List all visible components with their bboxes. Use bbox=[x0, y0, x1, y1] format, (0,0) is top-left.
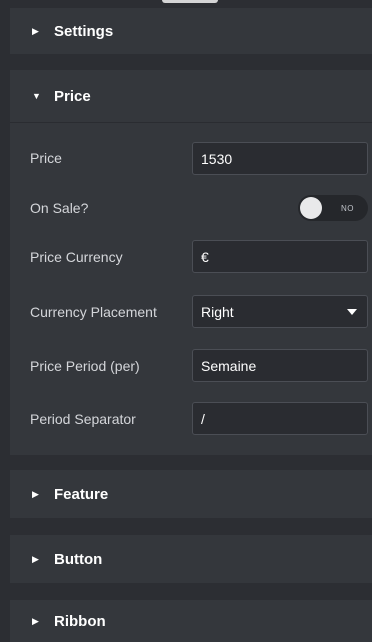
period-separator-label: Period Separator bbox=[30, 411, 136, 427]
caret-down-icon: ▼ bbox=[32, 91, 41, 101]
section-settings[interactable]: ▶ Settings bbox=[10, 8, 372, 54]
section-settings-title: Settings bbox=[54, 22, 114, 40]
section-feature[interactable]: ▶ Feature bbox=[10, 470, 372, 518]
currency-placement-value: Right bbox=[201, 303, 234, 320]
section-ribbon-title: Ribbon bbox=[54, 612, 106, 630]
currency-placement-label: Currency Placement bbox=[30, 304, 157, 320]
caret-right-icon: ▶ bbox=[32, 488, 39, 499]
price-label: Price bbox=[30, 150, 62, 166]
caret-right-icon: ▶ bbox=[32, 553, 39, 564]
price-period-label: Price Period (per) bbox=[30, 358, 140, 374]
section-ribbon[interactable]: ▶ Ribbon bbox=[10, 600, 372, 642]
currency-placement-select[interactable]: Right bbox=[192, 295, 368, 328]
on-sale-toggle[interactable]: NO bbox=[298, 195, 368, 221]
top-strip bbox=[0, 0, 372, 8]
section-button-title: Button bbox=[54, 550, 103, 568]
price-input[interactable]: 1530 bbox=[192, 142, 368, 175]
price-period-input[interactable]: Semaine bbox=[192, 349, 368, 382]
period-separator-input[interactable]: / bbox=[192, 402, 368, 435]
section-price[interactable]: ▼ Price bbox=[10, 70, 372, 122]
section-button[interactable]: ▶ Button bbox=[10, 535, 372, 583]
price-currency-label: Price Currency bbox=[30, 249, 123, 265]
caret-right-icon: ▶ bbox=[32, 615, 39, 626]
price-currency-input[interactable]: € bbox=[192, 240, 368, 273]
toggle-no-text: NO bbox=[341, 203, 354, 213]
top-accent bbox=[162, 0, 218, 3]
section-price-title: Price bbox=[54, 87, 91, 105]
chevron-down-icon bbox=[347, 308, 357, 315]
on-sale-label: On Sale? bbox=[30, 200, 89, 216]
caret-right-icon: ▶ bbox=[32, 25, 39, 36]
section-feature-title: Feature bbox=[54, 485, 109, 503]
toggle-knob bbox=[300, 197, 322, 219]
